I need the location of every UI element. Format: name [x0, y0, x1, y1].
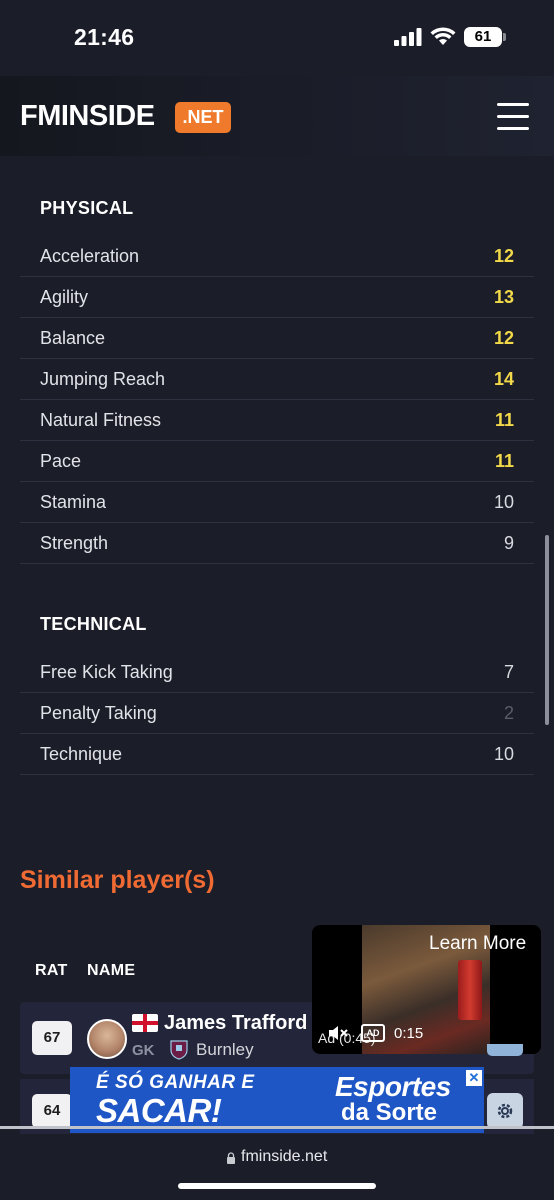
learn-more-link[interactable]: Learn More [429, 933, 526, 955]
captions-icon[interactable]: AD [361, 1024, 385, 1042]
attribute-row: Stamina 10 [20, 482, 534, 523]
attribute-value: 2 [503, 703, 514, 723]
attribute-row: Technique 10 [20, 734, 534, 775]
technical-section-title: TECHNICAL [40, 614, 147, 634]
attribute-row: Strength 9 [20, 523, 534, 564]
toolbar-divider [0, 1126, 554, 1129]
banner-brand-line2: da Sorte [341, 1099, 438, 1126]
player-position: GK [132, 1042, 155, 1059]
attribute-row: Pace 11 [20, 441, 534, 482]
attribute-name: Penalty Taking [40, 703, 157, 723]
similar-players-heading: Similar player(s) [20, 866, 215, 894]
row-action-button[interactable] [487, 1044, 523, 1056]
battery-indicator: 61 [464, 27, 502, 47]
attribute-value: 9 [503, 533, 514, 553]
player-rating-badge: 64 [32, 1094, 72, 1128]
attribute-row: Free Kick Taking 7 [20, 652, 534, 693]
player-rating-badge: 67 [32, 1021, 72, 1055]
physical-section-title: PHYSICAL [40, 198, 134, 218]
close-ad-icon[interactable]: ✕ [466, 1070, 482, 1086]
player-club-link[interactable]: Burnley [196, 1040, 254, 1060]
attribute-name: Strength [40, 533, 109, 553]
gear-icon [497, 1103, 513, 1119]
attribute-row: Jumping Reach 14 [20, 359, 534, 400]
attribute-name: Jumping Reach [40, 369, 166, 389]
attribute-name: Balance [40, 328, 106, 348]
status-bar: 21:46 61 [0, 0, 554, 76]
column-header-name[interactable]: NAME [87, 962, 135, 980]
url-text[interactable]: fminside.net [241, 1148, 327, 1166]
attribute-row: Agility 13 [20, 277, 534, 318]
attribute-name: Stamina [40, 492, 107, 512]
physical-attribute-list: Acceleration 12 Agility 13 Balance 12 Ju… [20, 236, 534, 564]
attribute-row: Acceleration 12 [20, 236, 534, 277]
attribute-value: 7 [503, 662, 514, 682]
technical-attribute-list: Free Kick Taking 7 Penalty Taking 2 Tech… [20, 652, 534, 775]
mute-icon[interactable] [328, 1024, 350, 1042]
home-indicator[interactable] [178, 1183, 376, 1189]
attribute-row: Natural Fitness 11 [20, 400, 534, 441]
attribute-name: Acceleration [40, 246, 140, 266]
attribute-row: Balance 12 [20, 318, 534, 359]
attribute-value: 10 [493, 744, 514, 764]
player-avatar[interactable] [87, 1019, 127, 1059]
burnley-crest-icon [170, 1040, 188, 1060]
attribute-row: Penalty Taking 2 [20, 693, 534, 734]
attribute-value: 14 [493, 369, 514, 389]
page-scrollbar[interactable] [545, 535, 549, 725]
attribute-value: 11 [494, 410, 514, 430]
attribute-name: Natural Fitness [40, 410, 162, 430]
attribute-name: Pace [40, 451, 82, 471]
banner-slogan: É SÓ GANHAR E SACAR! [96, 1073, 255, 1127]
attribute-name: Technique [40, 744, 123, 764]
status-time: 21:46 [74, 24, 135, 50]
hamburger-menu-icon[interactable] [497, 103, 529, 131]
attribute-value: 12 [493, 328, 514, 348]
product-image [458, 960, 482, 1020]
browser-address-bar[interactable] [0, 1134, 554, 1200]
column-header-rating[interactable]: RAT [35, 962, 68, 980]
attribute-value: 11 [494, 451, 514, 471]
site-logo-badge[interactable]: .NET [175, 102, 231, 133]
banner-brand-logo: Esportes da Sorte [335, 1073, 451, 1125]
site-logo[interactable]: FMINSIDE [20, 100, 155, 133]
attribute-value: 12 [493, 246, 514, 266]
england-flag-icon [132, 1014, 158, 1032]
banner-ad[interactable]: É SÓ GANHAR E SACAR! Esportes da Sorte [70, 1067, 484, 1133]
attribute-value: 10 [493, 492, 514, 512]
player-name-link[interactable]: James Trafford [164, 1012, 307, 1035]
attribute-name: Agility [40, 287, 89, 307]
attribute-name: Free Kick Taking [40, 662, 173, 682]
banner-slogan-line1: É SÓ GANHAR E [96, 1072, 255, 1093]
lock-icon [227, 1152, 235, 1164]
banner-slogan-line2: SACAR! [96, 1092, 222, 1129]
video-time: 0:15 [394, 1025, 424, 1042]
settings-button[interactable] [487, 1093, 523, 1129]
wifi-icon [430, 27, 456, 45]
cellular-signal-icon [394, 28, 422, 46]
banner-brand-line1: Esportes [335, 1071, 451, 1102]
attribute-value: 13 [493, 287, 514, 307]
battery-tip [503, 33, 506, 41]
